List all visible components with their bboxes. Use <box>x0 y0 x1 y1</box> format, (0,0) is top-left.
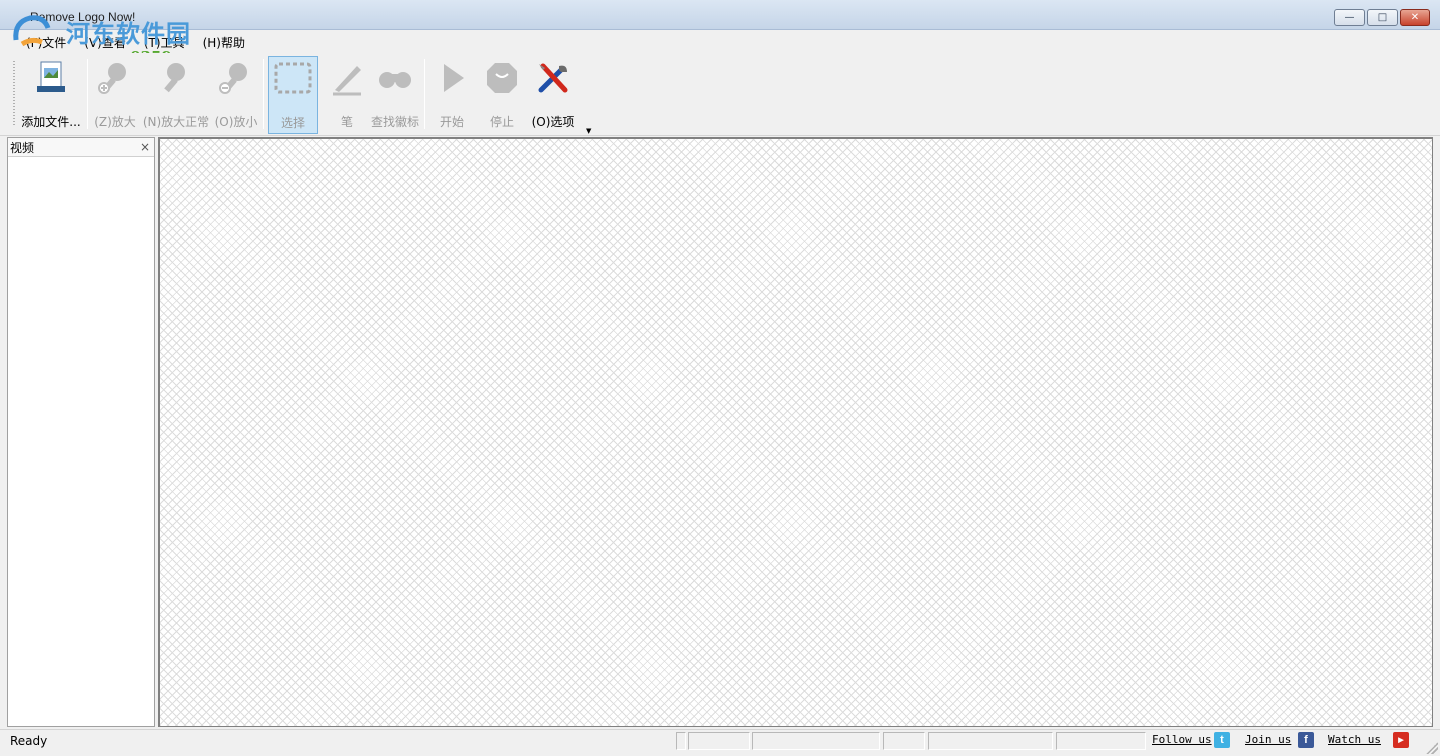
toolbar-grip[interactable] <box>13 61 15 127</box>
zoom-normal-label: (N)放大正常 <box>142 115 210 129</box>
zoom-out-label: (O)放小 <box>214 115 258 129</box>
resize-grip-icon[interactable] <box>1426 742 1438 754</box>
watch-us-link[interactable]: Watch us <box>1328 733 1381 746</box>
start-button[interactable]: 开始 <box>430 56 474 134</box>
status-cell <box>676 732 686 750</box>
join-us-link[interactable]: Join us <box>1245 733 1291 746</box>
menu-help[interactable]: (H)帮助 <box>203 34 245 51</box>
toolbar: 添加文件... (Z)放大 (N)放大正常 (O)放小 选择 笔 查找徽标 开始… <box>0 53 1440 136</box>
zoom-normal-icon <box>156 56 196 100</box>
zoom-in-icon <box>95 56 135 100</box>
start-label: 开始 <box>439 115 464 129</box>
toolbar-separator <box>424 59 425 129</box>
status-cell <box>752 732 880 750</box>
play-icon <box>432 56 472 100</box>
twitter-icon[interactable]: t <box>1214 732 1230 748</box>
add-file-label: 添加文件... <box>21 115 81 129</box>
toolbar-separator <box>87 59 88 129</box>
status-cell <box>1056 732 1146 750</box>
pen-icon <box>327 56 367 100</box>
status-cell <box>928 732 1053 750</box>
add-file-icon <box>31 56 71 100</box>
zoom-in-button[interactable]: (Z)放大 <box>92 56 138 134</box>
add-file-button[interactable]: 添加文件... <box>18 56 84 134</box>
follow-us-link[interactable]: Follow us <box>1152 733 1212 746</box>
video-panel-header: 视频 × <box>8 138 154 157</box>
window-controls: — □ ✕ <box>1334 9 1430 26</box>
select-label: 选择 <box>280 116 305 130</box>
toolbar-overflow-arrow-icon[interactable]: ▼ <box>586 127 591 135</box>
select-rectangle-icon <box>273 57 313 101</box>
zoom-out-button[interactable]: (O)放小 <box>213 56 259 134</box>
stop-label: 停止 <box>489 115 514 129</box>
status-bar: Ready Follow us t Join us f Watch us ▶ <box>0 729 1440 756</box>
find-logo-button[interactable]: 查找徽标 <box>370 56 420 134</box>
close-button[interactable]: ✕ <box>1400 9 1430 26</box>
minimize-button[interactable]: — <box>1334 9 1365 26</box>
youtube-icon[interactable]: ▶ <box>1393 732 1409 748</box>
pen-button[interactable]: 笔 <box>325 56 369 134</box>
zoom-in-label: (Z)放大 <box>94 115 136 129</box>
status-cell <box>883 732 925 750</box>
maximize-button[interactable]: □ <box>1367 9 1398 26</box>
tools-icon <box>533 56 573 100</box>
video-canvas[interactable] <box>158 137 1433 727</box>
pen-label: 笔 <box>340 115 353 129</box>
toolbar-separator <box>263 59 264 129</box>
status-cell <box>688 732 750 750</box>
panel-close-icon[interactable]: × <box>140 140 150 154</box>
options-label: (O)选项 <box>531 115 575 129</box>
zoom-normal-button[interactable]: (N)放大正常 <box>142 56 210 134</box>
binoculars-icon <box>375 56 415 100</box>
watermark-name: 河东软件园 <box>66 19 191 48</box>
stop-button[interactable]: 停止 <box>480 56 524 134</box>
video-panel: 视频 × <box>7 137 155 727</box>
stop-icon <box>482 56 522 100</box>
video-panel-title: 视频 <box>10 140 35 155</box>
status-text: Ready <box>10 734 48 748</box>
select-button[interactable]: 选择 <box>268 56 318 134</box>
facebook-icon[interactable]: f <box>1298 732 1314 748</box>
zoom-out-icon <box>216 56 256 100</box>
watermark-logo-icon <box>13 15 51 47</box>
find-logo-label: 查找徽标 <box>370 115 419 129</box>
options-button[interactable]: (O)选项 <box>528 56 578 134</box>
title-bar: Remove Logo Now! — □ ✕ <box>0 0 1440 30</box>
